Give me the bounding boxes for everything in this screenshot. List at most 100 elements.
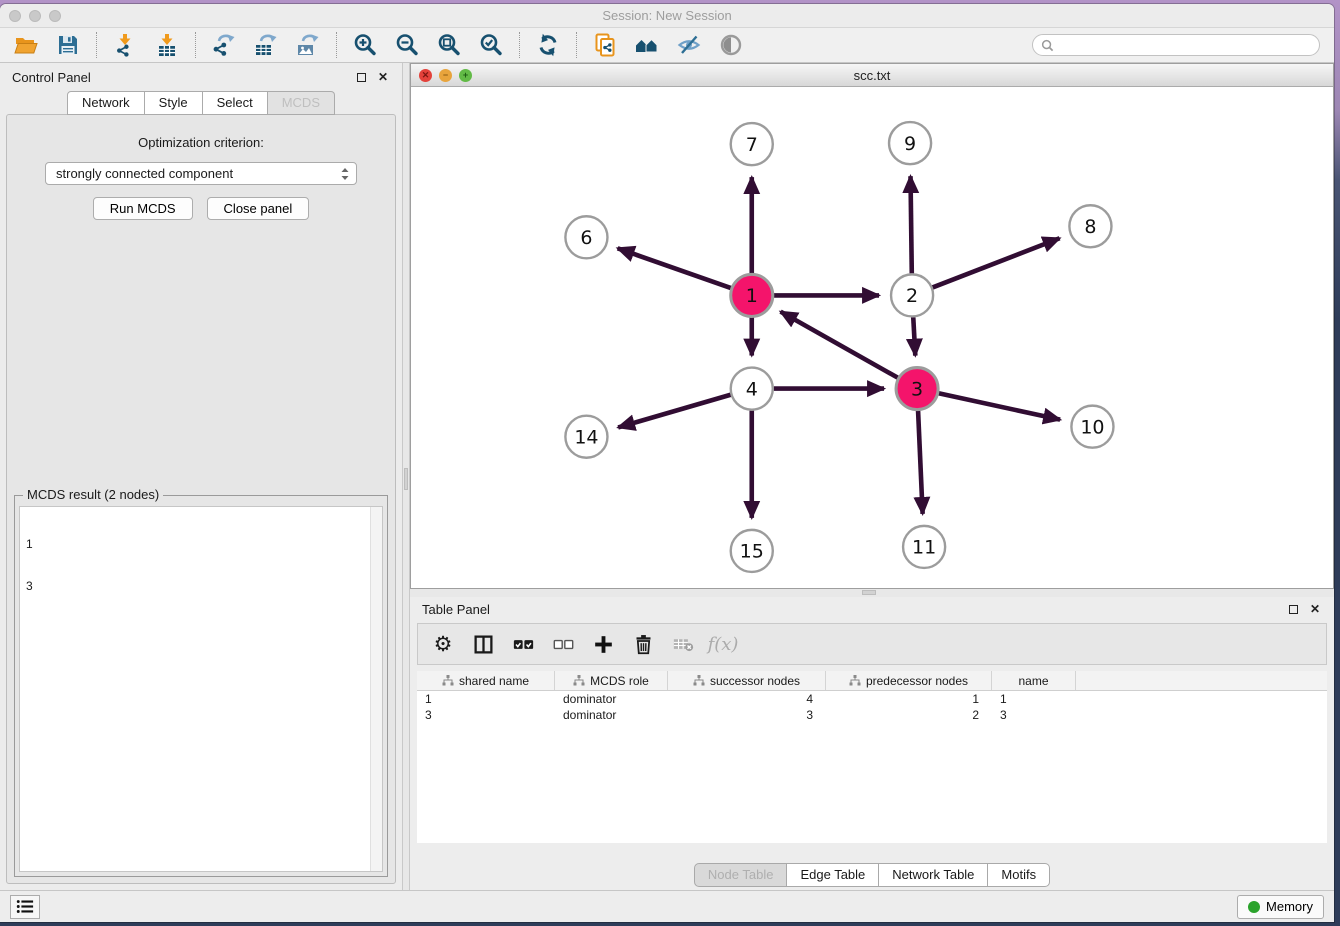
table-header-row: shared name MCDS role successor nodes [417, 671, 1327, 691]
table-panel: Table Panel ✕ ⚙ [410, 597, 1334, 890]
fit-content-button[interactable] [431, 30, 467, 60]
first-neighbors-button[interactable] [629, 30, 665, 60]
checked-boxes-icon [513, 634, 534, 655]
network-minimize-button[interactable]: − [439, 69, 452, 82]
network-window-title: scc.txt [411, 68, 1333, 83]
tab-edge-table[interactable]: Edge Table [787, 863, 879, 887]
tab-style[interactable]: Style [145, 91, 203, 115]
splitter-grip[interactable] [862, 590, 876, 595]
cell-mcds-role: dominator [555, 707, 668, 723]
mcds-buttons: Run MCDS Close panel [7, 197, 395, 220]
hide-selected-button[interactable] [671, 30, 707, 60]
import-network-button[interactable] [107, 30, 143, 60]
add-column-button[interactable] [588, 628, 618, 660]
result-scrollbar[interactable] [370, 507, 382, 871]
result-line: 1 [26, 537, 376, 551]
status-bar: Memory [0, 890, 1334, 922]
cell-name: 1 [992, 691, 1076, 707]
network-maximize-button[interactable]: + [459, 69, 472, 82]
graph-edge-1-6[interactable] [618, 248, 731, 288]
memory-button[interactable]: Memory [1237, 895, 1324, 919]
save-session-button[interactable] [50, 30, 86, 60]
search-box[interactable] [1032, 34, 1320, 56]
vertical-splitter[interactable] [402, 63, 410, 890]
table-tabs: Node Table Edge Table Network Table Moti… [410, 863, 1334, 887]
network-graph[interactable]: 7968124314101511 [411, 87, 1333, 588]
float-panel-button[interactable] [354, 70, 368, 84]
graph-edge-4-14[interactable] [618, 395, 730, 428]
graph-node-label: 9 [904, 133, 916, 155]
network-close-button[interactable]: ✕ [419, 69, 432, 82]
float-icon [357, 73, 366, 82]
toggle-columns-button[interactable] [468, 628, 498, 660]
memory-label: Memory [1266, 899, 1313, 914]
criterion-select[interactable]: strongly connected component [45, 162, 357, 185]
tab-motifs[interactable]: Motifs [988, 863, 1050, 887]
mcds-result-title: MCDS result (2 nodes) [23, 487, 163, 502]
graph-edge-3-1[interactable] [781, 312, 898, 378]
toolbar-separator [195, 32, 196, 58]
open-session-button[interactable] [8, 30, 44, 60]
task-history-button[interactable] [10, 895, 40, 919]
splitter-grip[interactable] [404, 468, 408, 490]
export-network-button[interactable] [206, 30, 242, 60]
function-icon: f(x) [708, 634, 739, 655]
export-image-button[interactable] [290, 30, 326, 60]
cell-predecessor-nodes: 2 [826, 707, 992, 723]
delete-table-button[interactable] [668, 628, 698, 660]
column-header-mcds-role[interactable]: MCDS role [555, 671, 668, 690]
control-panel-header: Control Panel ✕ [0, 63, 402, 91]
select-all-columns-button[interactable] [508, 628, 538, 660]
import-table-button[interactable] [149, 30, 185, 60]
graph-edge-3-10[interactable] [939, 393, 1060, 419]
tab-select[interactable]: Select [203, 91, 268, 115]
close-table-panel-button[interactable]: ✕ [1308, 602, 1322, 616]
graph-node-label: 14 [574, 426, 598, 448]
zoom-selected-button[interactable] [473, 30, 509, 60]
table-row[interactable]: 3 dominator 3 2 3 [417, 707, 1327, 723]
duplicate-network-button[interactable] [587, 30, 623, 60]
eye-slash-icon [677, 33, 701, 57]
close-mcds-panel-button[interactable]: Close panel [207, 197, 310, 220]
node-table: shared name MCDS role successor nodes [417, 671, 1327, 843]
column-header-name[interactable]: name [992, 671, 1076, 690]
search-input[interactable] [1059, 38, 1311, 52]
float-table-panel-button[interactable] [1286, 602, 1300, 616]
tab-mcds[interactable]: MCDS [268, 91, 335, 115]
column-header-predecessor-nodes[interactable]: predecessor nodes [826, 671, 992, 690]
float-icon [1289, 605, 1298, 614]
graph-node-label: 3 [911, 378, 923, 400]
duplicate-network-icon [593, 33, 617, 57]
run-mcds-button[interactable]: Run MCDS [93, 197, 193, 220]
delete-column-button[interactable] [628, 628, 658, 660]
function-builder-button[interactable]: f(x) [708, 628, 738, 660]
column-header-shared-name[interactable]: shared name [417, 671, 555, 690]
export-table-button[interactable] [248, 30, 284, 60]
mcds-result-list[interactable]: 1 3 [19, 506, 383, 872]
export-network-icon [212, 33, 236, 57]
zoom-in-button[interactable] [347, 30, 383, 60]
table-row[interactable]: 1 dominator 4 1 1 [417, 691, 1327, 707]
graph-edge-2-8[interactable] [933, 238, 1060, 287]
control-panel-tabs: Network Style Select MCDS [0, 91, 402, 115]
unchecked-boxes-icon [553, 634, 574, 655]
cell-successor-nodes: 3 [668, 707, 826, 723]
graph-edge-2-9[interactable] [911, 176, 912, 273]
close-panel-button[interactable]: ✕ [376, 70, 390, 84]
table-panel-header: Table Panel ✕ [410, 597, 1334, 621]
apply-layout-button[interactable] [530, 30, 566, 60]
horizontal-splitter[interactable] [410, 589, 1334, 597]
show-all-button[interactable] [713, 30, 749, 60]
cell-shared-name: 3 [417, 707, 555, 723]
deselect-all-columns-button[interactable] [548, 628, 578, 660]
tab-network[interactable]: Network [67, 91, 145, 115]
graph-edge-3-11[interactable] [918, 411, 923, 514]
table-settings-button[interactable]: ⚙ [428, 628, 458, 660]
zoom-out-button[interactable] [389, 30, 425, 60]
tab-network-table[interactable]: Network Table [879, 863, 988, 887]
tab-node-table[interactable]: Node Table [694, 863, 788, 887]
network-canvas[interactable]: 7968124314101511 [411, 87, 1333, 588]
import-table-icon [155, 33, 179, 57]
graph-edge-2-3[interactable] [913, 317, 915, 355]
column-header-successor-nodes[interactable]: successor nodes [668, 671, 826, 690]
